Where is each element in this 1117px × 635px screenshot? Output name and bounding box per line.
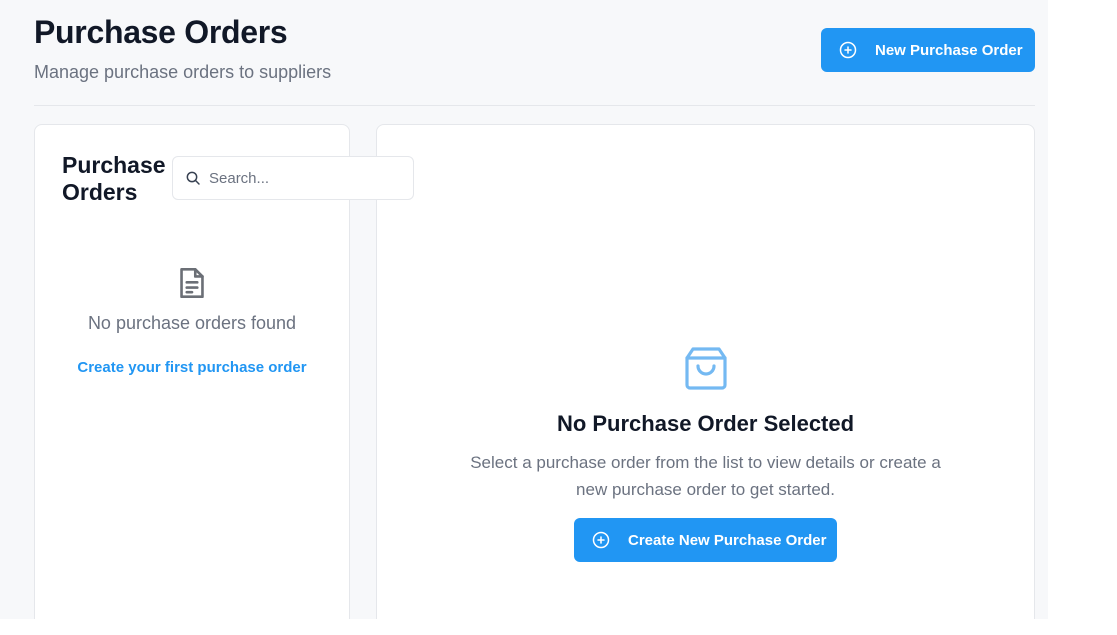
create-new-purchase-order-button[interactable]: Create New Purchase Order — [574, 518, 837, 562]
search-input[interactable] — [209, 169, 399, 187]
shopping-bag-icon — [685, 346, 727, 390]
header-divider — [34, 105, 1035, 106]
no-selection-description: Select a purchase order from the list to… — [470, 453, 941, 499]
plus-circle-icon — [839, 41, 857, 59]
no-selection-title: No Purchase Order Selected — [556, 411, 855, 436]
page-title: Purchase Orders — [34, 14, 288, 50]
search-field[interactable] — [172, 156, 414, 200]
document-icon — [176, 266, 208, 300]
empty-list-message: No purchase orders found — [87, 313, 297, 333]
create-new-purchase-order-label: Create New Purchase Order — [628, 531, 827, 549]
new-purchase-order-label: New Purchase Order — [875, 41, 1023, 59]
page-subtitle: Manage purchase orders to suppliers — [34, 62, 332, 82]
create-first-order-link[interactable]: Create your first purchase order — [34, 359, 350, 376]
viewport-bottom-edge — [0, 619, 1048, 635]
plus-circle-icon — [592, 531, 610, 549]
list-panel-title: Purchase Orders — [62, 152, 166, 205]
window-edge — [1048, 0, 1117, 635]
search-icon — [185, 170, 201, 186]
new-purchase-order-button[interactable]: New Purchase Order — [821, 28, 1035, 72]
